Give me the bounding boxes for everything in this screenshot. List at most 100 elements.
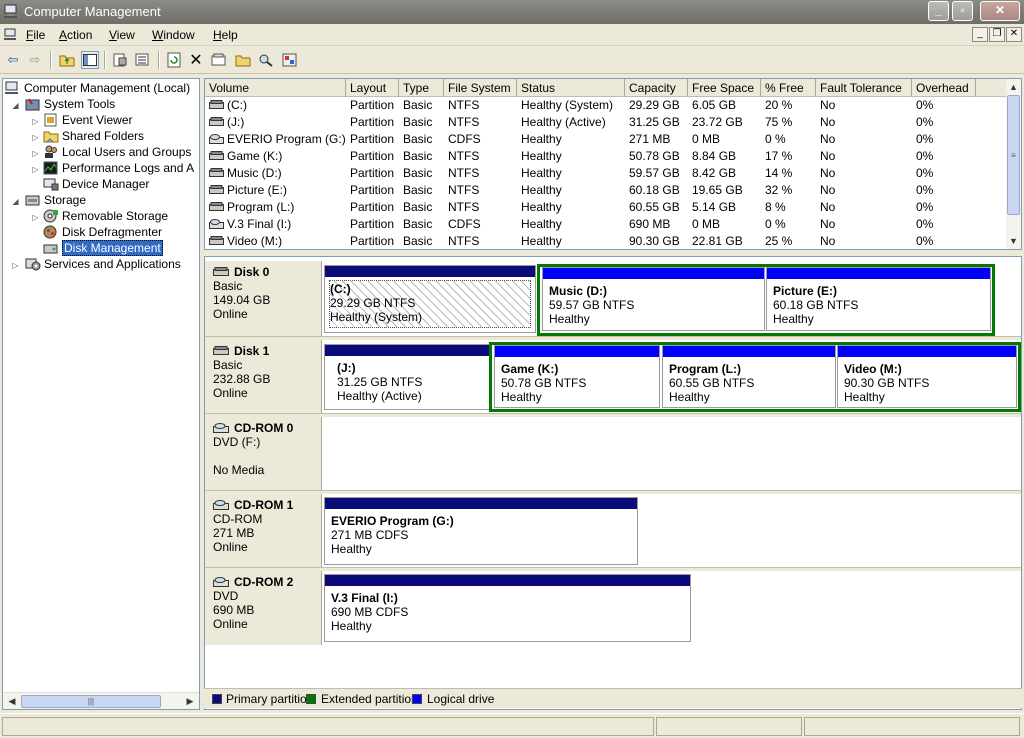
column-header-status[interactable]: Status — [517, 79, 625, 97]
settings-icon[interactable] — [281, 51, 299, 69]
child-close-button[interactable]: ✕ — [1006, 27, 1022, 42]
expand-local-users-icon[interactable]: ▷ — [31, 149, 40, 158]
menu-help[interactable]: Help — [213, 28, 238, 42]
table-row[interactable]: Picture (E:) Partition Basic NTFS Healthy 60.… — [205, 182, 1009, 199]
partition-g[interactable]: EVERIO Program (G:) 271 MB CDFS Healthy — [324, 497, 638, 565]
show-hide-tree-icon[interactable] — [81, 51, 99, 69]
expand-removable-storage-icon[interactable]: ▷ — [31, 213, 40, 222]
partition-c[interactable]: (C:) 29.29 GB NTFS Healthy (System) — [324, 265, 536, 333]
partition-j[interactable]: (J:) 31.25 GB NTFS Healthy (Active) — [324, 344, 490, 410]
back-icon[interactable]: ⇦ — [4, 51, 22, 69]
cdrom-0-label[interactable]: CD-ROM 0 DVD (F:) No Media — [205, 417, 322, 490]
disk-icon — [209, 236, 224, 245]
table-row[interactable]: Music (D:) Partition Basic NTFS Healthy 59.57… — [205, 165, 1009, 182]
rescan-icon[interactable] — [210, 51, 228, 69]
column-header-volume[interactable]: Volume — [205, 79, 346, 97]
disk-0-label[interactable]: Disk 0 Basic 149.04 GB Online — [205, 261, 322, 336]
delete-icon[interactable]: ✕ — [187, 51, 205, 69]
menu-view[interactable]: View — [109, 28, 135, 42]
title-bar[interactable]: Computer Management _ ▫ ✕ — [0, 0, 1024, 24]
partition-d[interactable]: Music (D:) 59.57 GB NTFS Healthy — [542, 267, 765, 331]
collapse-storage-icon[interactable]: ◢ — [11, 197, 20, 206]
disk-1-label[interactable]: Disk 1 Basic 232.88 GB Online — [205, 340, 322, 413]
cell-volume: V.3 Final (I:) — [205, 216, 346, 233]
table-row[interactable]: Game (K:) Partition Basic NTFS Healthy 50.78 … — [205, 148, 1009, 165]
cell-overhead: 0% — [916, 217, 934, 231]
child-restore-button[interactable]: ❐ — [989, 27, 1005, 42]
cell-free: 0 MB — [692, 132, 721, 146]
maximize-button[interactable]: ▫ — [952, 1, 973, 21]
child-minimize-button[interactable]: _ — [972, 27, 988, 42]
column-header-fault-tolerance[interactable]: Fault Tolerance — [816, 79, 912, 97]
partition-k[interactable]: Game (K:) 50.78 GB NTFS Healthy — [494, 345, 660, 408]
partition-e[interactable]: Picture (E:) 60.18 GB NTFS Healthy — [766, 267, 991, 331]
tree-item-disk-management[interactable]: Disk Management — [43, 240, 163, 256]
scroll-left-icon[interactable]: ◀ — [5, 695, 19, 708]
tree-item-removable-storage[interactable]: Removable Storage — [43, 208, 168, 224]
tree-item-shared-folders[interactable]: Shared Folders — [43, 128, 144, 144]
collapse-system-tools-icon[interactable]: ◢ — [11, 101, 20, 110]
table-row[interactable]: (C:) Partition Basic NTFS Healthy (System) 29… — [205, 97, 1009, 114]
table-row[interactable]: (J:) Partition Basic NTFS Healthy (Active) 31… — [205, 114, 1009, 131]
tree-item-device-manager[interactable]: Device Manager — [43, 176, 149, 192]
console-tree[interactable]: Computer Management (Local) ◢ System Too… — [2, 78, 200, 710]
cell-capacity: 271 MB — [629, 132, 671, 146]
tree-root[interactable]: Computer Management (Local) — [5, 80, 190, 96]
search-icon[interactable] — [257, 51, 275, 69]
menu-file[interactable]: File — [26, 28, 45, 42]
column-header-free-space[interactable]: Free Space — [688, 79, 761, 97]
cdrom-2-label[interactable]: CD-ROM 2 DVD 690 MB Online — [205, 571, 322, 645]
column-header-file-system[interactable]: File System — [444, 79, 517, 97]
tree-item-performance-logs[interactable]: Performance Logs and A — [43, 160, 194, 176]
tree-horizontal-scrollbar[interactable]: ◀ ||| ▶ — [3, 692, 199, 709]
cell-pct: 0 % — [765, 217, 786, 231]
open-folder-icon[interactable] — [234, 51, 252, 69]
cdrom-1-label[interactable]: CD-ROM 1 CD-ROM 271 MB Online — [205, 494, 322, 567]
cell-volume: Program (L:) — [205, 199, 346, 216]
scroll-right-icon[interactable]: ▶ — [183, 695, 197, 708]
tree-item-storage[interactable]: Storage — [25, 192, 86, 208]
expand-services-icon[interactable]: ▷ — [11, 261, 20, 270]
export-list-icon[interactable] — [134, 51, 152, 69]
minimize-button[interactable]: _ — [928, 1, 949, 21]
performance-icon — [43, 161, 58, 175]
tree-item-event-viewer[interactable]: Event Viewer — [43, 112, 132, 128]
close-button[interactable]: ✕ — [980, 1, 1020, 21]
tree-item-local-users[interactable]: Local Users and Groups — [43, 144, 191, 160]
tree-item-disk-defragmenter[interactable]: Disk Defragmenter — [43, 224, 162, 240]
disk-graphical-view[interactable]: Disk 0 Basic 149.04 GB Online (C:) 29.29 … — [204, 256, 1022, 710]
table-row[interactable]: EVERIO Program (G:) Partition Basic CDFS Hea… — [205, 131, 1009, 148]
cdrom-icon — [213, 500, 229, 510]
expand-perf-logs-icon[interactable]: ▷ — [31, 165, 40, 174]
expand-shared-folders-icon[interactable]: ▷ — [31, 133, 40, 142]
tree-item-services-applications[interactable]: Services and Applications — [25, 256, 181, 272]
column-header-layout[interactable]: Layout — [346, 79, 399, 97]
partition-i[interactable]: V.3 Final (I:) 690 MB CDFS Healthy — [324, 574, 691, 642]
volume-scroll-thumb[interactable]: ≡ — [1007, 95, 1020, 215]
cell-layout: Partition — [350, 183, 395, 197]
partition-m[interactable]: Video (M:) 90.30 GB NTFS Healthy — [837, 345, 1017, 408]
volume-list[interactable]: Volume Layout Type File System Status Ca… — [204, 78, 1022, 250]
column-header-type[interactable]: Type — [399, 79, 444, 97]
column-header-overhead[interactable]: Overhead — [912, 79, 976, 97]
forward-icon[interactable]: ⇨ — [26, 51, 44, 69]
table-row[interactable]: Program (L:) Partition Basic NTFS Healthy 60.… — [205, 199, 1009, 216]
scroll-up-icon[interactable]: ▲ — [1006, 80, 1021, 94]
table-row[interactable]: Video (M:) Partition Basic NTFS Healthy 90.30… — [205, 233, 1009, 249]
volume-list-vertical-scrollbar[interactable]: ▲ ≡ ▼ — [1006, 79, 1021, 249]
expand-event-viewer-icon[interactable]: ▷ — [31, 117, 40, 126]
menu-window[interactable]: Window — [152, 28, 195, 42]
up-one-level-icon[interactable] — [58, 51, 76, 69]
menu-action[interactable]: Action — [59, 28, 92, 42]
cell-volume: Music (D:) — [205, 165, 346, 182]
column-header-capacity[interactable]: Capacity — [625, 79, 688, 97]
tree-item-system-tools[interactable]: System Tools — [25, 96, 115, 112]
scroll-down-icon[interactable]: ▼ — [1006, 234, 1021, 248]
disk-icon — [209, 168, 224, 177]
tree-scroll-thumb[interactable]: ||| — [21, 695, 161, 708]
column-header-percent-free[interactable]: % Free — [761, 79, 816, 97]
refresh-icon[interactable] — [165, 51, 183, 69]
properties-icon[interactable] — [111, 51, 129, 69]
partition-l[interactable]: Program (L:) 60.55 GB NTFS Healthy — [662, 345, 836, 408]
table-row[interactable]: V.3 Final (I:) Partition Basic CDFS Healthy 6… — [205, 216, 1009, 233]
